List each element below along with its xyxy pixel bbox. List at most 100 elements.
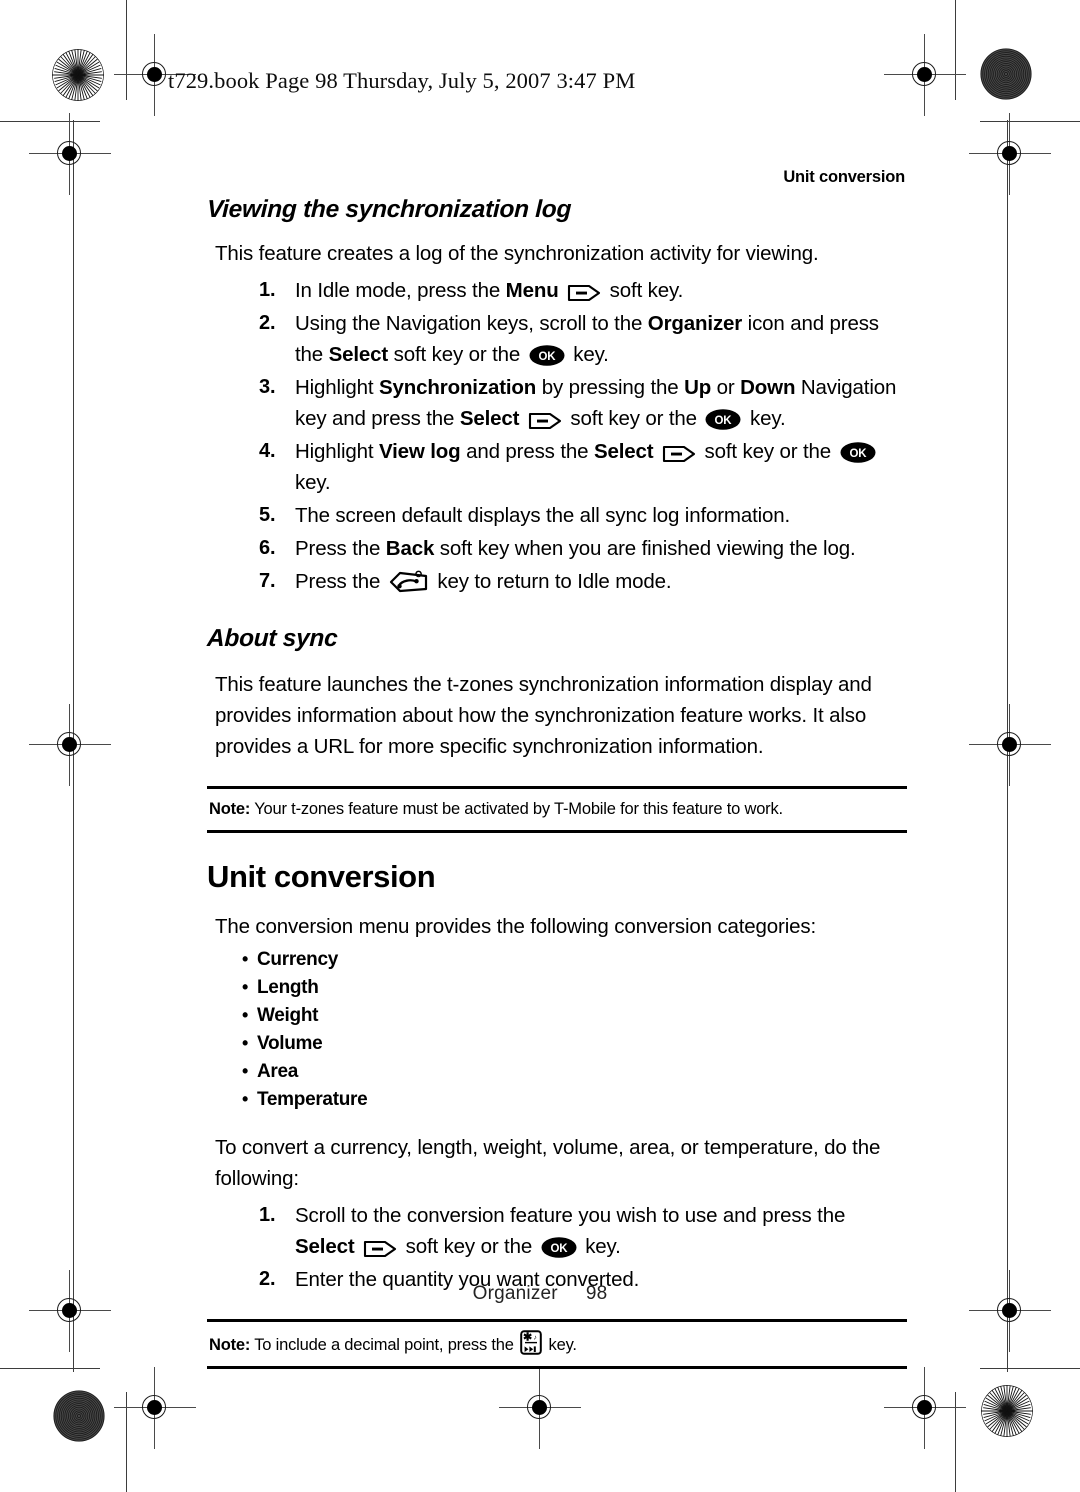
step-text <box>559 279 565 302</box>
ok-key-icon: OK <box>529 344 565 366</box>
ok-key-icon: OK <box>541 1236 577 1258</box>
running-head: Unit conversion <box>783 168 905 186</box>
note-text-decimal-point: Note: To include a decimal point, press … <box>209 1330 905 1356</box>
list-item-label: Area <box>257 1061 299 1082</box>
step-emphasis: Synchronization <box>378 376 537 399</box>
star-key-icon: ✱ ♪ <box>520 1330 542 1355</box>
step-emphasis: Select <box>295 1235 355 1258</box>
numbered-step: 3. Highlight Synchronization by pressing … <box>207 372 907 434</box>
numbered-step: 2. Using the Navigation keys, scroll to t… <box>207 308 907 370</box>
note-box-decimal-point: Note: To include a decimal point, press … <box>207 1319 907 1369</box>
svg-text:OK: OK <box>715 415 733 427</box>
step-text: key. <box>567 343 609 366</box>
list-item-label: Temperature <box>257 1089 368 1110</box>
paragraph-unit-conversion-leadin: To convert a currency, length, weight, v… <box>215 1136 881 1190</box>
heading-about-sync: About sync <box>206 625 338 652</box>
content-column: Viewing the synchronization log This fea… <box>207 196 907 1369</box>
step-text: Using the Navigation keys, scroll to the <box>295 312 648 335</box>
step-number: 5. <box>259 504 276 526</box>
step-text: key to return to Idle mode. <box>431 570 672 593</box>
list-item-label: Volume <box>257 1033 323 1054</box>
step-number: 2. <box>259 312 276 334</box>
step-text: Press the <box>295 570 386 593</box>
step-emphasis: Up <box>684 376 712 399</box>
list-item: Weight <box>207 1001 907 1030</box>
step-text: key. <box>295 471 331 494</box>
step-text: by pressing the <box>536 376 685 399</box>
list-item-label: Weight <box>257 1005 319 1026</box>
paragraph-unit-conversion-intro: The conversion menu provides the followi… <box>215 915 817 938</box>
step-text: Scroll to the conversion feature you wis… <box>295 1204 846 1227</box>
step-text <box>519 407 525 430</box>
numbered-step: 4. Highlight View log and press the Selec… <box>207 436 907 498</box>
step-number: 7. <box>259 570 276 592</box>
list-item: Temperature <box>207 1085 907 1114</box>
step-text <box>653 440 659 463</box>
step-number: 4. <box>259 440 276 462</box>
numbered-step: 1. In Idle mode, press the Menu soft key. <box>207 275 907 306</box>
list-item: Volume <box>207 1029 907 1058</box>
steps-list-viewing-log: 1. In Idle mode, press the Menu soft key.… <box>207 275 907 597</box>
numbered-step: 5. The screen default displays the all sy… <box>207 500 907 531</box>
end-call-key-icon <box>389 570 429 594</box>
step-emphasis: Organizer <box>647 312 743 335</box>
list-item: Length <box>207 973 907 1002</box>
soft-key-icon <box>528 409 562 429</box>
step-number: 3. <box>259 376 276 398</box>
step-text: The screen default displays the all sync… <box>295 504 791 527</box>
step-emphasis: Down <box>740 376 796 399</box>
ok-key-icon: OK <box>840 441 876 463</box>
note-box-tzones: Note: Your t-zones feature must be activ… <box>207 786 907 833</box>
note-label: Note: <box>209 800 251 818</box>
soft-key-icon <box>567 281 601 301</box>
svg-text:OK: OK <box>849 448 867 460</box>
list-item: Area <box>207 1057 907 1086</box>
numbered-step: 7. Press the key to return to Idle mode. <box>207 566 907 597</box>
step-emphasis: Select <box>459 407 520 430</box>
step-text: soft key or the <box>698 440 837 463</box>
step-emphasis: Back <box>385 537 435 560</box>
step-text: key. <box>744 407 786 430</box>
page-title-unit-conversion: Unit conversion <box>207 859 436 894</box>
numbered-step: 1. Scroll to the conversion feature you w… <box>207 1200 907 1262</box>
step-text: In Idle mode, press the <box>295 279 506 302</box>
svg-text:OK: OK <box>550 1243 568 1255</box>
step-text: key. <box>579 1235 621 1258</box>
soft-key-icon <box>363 1237 397 1257</box>
ok-key-icon: OK <box>705 408 741 430</box>
printers-mark-header-text: t729.book Page 98 Thursday, July 5, 2007… <box>168 68 636 93</box>
svg-text:OK: OK <box>538 351 556 363</box>
step-text: Highlight <box>295 376 379 399</box>
soft-key-icon <box>662 442 696 462</box>
note-body: Your t-zones feature must be activated b… <box>250 800 783 818</box>
step-text: and press the <box>460 440 594 463</box>
step-text: Press the <box>295 537 386 560</box>
step-text: soft key or the <box>388 343 526 366</box>
step-emphasis: Select <box>328 343 389 366</box>
step-emphasis: Select <box>593 440 654 463</box>
note-label-decimal: Note: <box>209 1336 251 1354</box>
svg-text:♪: ♪ <box>534 1335 537 1342</box>
paragraph-about-sync-body: This feature launches the t-zones synchr… <box>215 673 872 758</box>
numbered-step: 6. Press the Back soft key when you are f… <box>207 533 907 564</box>
step-text: or <box>711 376 741 399</box>
footer-chapter-name: Organizer <box>472 1283 558 1304</box>
step-emphasis: Menu <box>505 279 559 302</box>
step-text: soft key. <box>604 279 684 302</box>
svg-text:✱: ✱ <box>523 1331 532 1343</box>
step-emphasis: View log <box>378 440 461 463</box>
step-text: soft key or the <box>400 1235 538 1258</box>
note-body-decimal-after: key. <box>544 1336 577 1354</box>
step-text: soft key or the <box>564 407 703 430</box>
list-conversion-categories: Currency Length Weight Volume Area Temperatur… <box>207 945 907 1114</box>
step-text: soft key when you are finished viewing t… <box>434 537 856 560</box>
list-item-label: Currency <box>257 949 339 970</box>
document-page: t729.book Page 98 Thursday, July 5, 2007… <box>0 0 1080 1492</box>
list-item: Currency <box>207 945 907 974</box>
step-text: Highlight <box>295 440 379 463</box>
step-text <box>355 1235 361 1258</box>
note-text-tzones: Note: Your t-zones feature must be activ… <box>209 798 905 820</box>
star-key-icon-slot: ✱ ♪ <box>518 1330 544 1355</box>
step-number: 1. <box>259 1204 276 1226</box>
paragraph-viewing-log-intro: This feature creates a log of the synchr… <box>215 242 819 265</box>
